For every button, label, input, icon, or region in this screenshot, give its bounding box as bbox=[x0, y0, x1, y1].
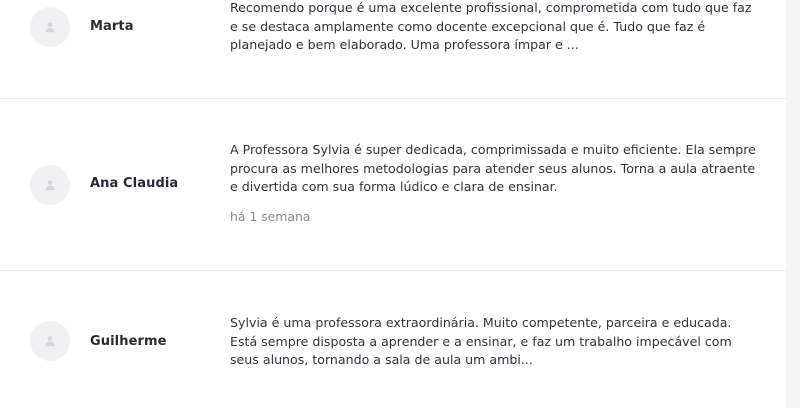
review-item: Ana Claudia A Professora Sylvia é super … bbox=[0, 99, 786, 270]
reviewer-name: Marta bbox=[90, 19, 134, 34]
user-icon bbox=[45, 336, 55, 347]
review-text: Recomendo porque é uma excelente profiss… bbox=[230, 0, 752, 52]
reviewer-name: Ana Claudia bbox=[90, 176, 179, 191]
review-date: há 1 semana bbox=[230, 209, 311, 224]
user-icon bbox=[45, 22, 55, 33]
scrollbar[interactable] bbox=[786, 0, 800, 408]
avatar bbox=[30, 7, 70, 47]
review-text: Sylvia é uma professora extraordinária. … bbox=[230, 315, 732, 367]
avatar bbox=[30, 321, 70, 361]
review-item: Marta Recomendo porque é uma excelente p… bbox=[0, 0, 786, 98]
reviews-page: Marta Recomendo porque é uma excelente p… bbox=[0, 0, 800, 408]
user-icon bbox=[45, 180, 55, 191]
reviewer-name: Guilherme bbox=[90, 334, 167, 349]
review-text: A Professora Sylvia é super dedicada, co… bbox=[230, 142, 756, 194]
review-item: Guilherme Sylvia é uma professora extrao… bbox=[0, 271, 786, 408]
avatar bbox=[30, 165, 70, 205]
reviews-list: Marta Recomendo porque é uma excelente p… bbox=[0, 0, 786, 408]
